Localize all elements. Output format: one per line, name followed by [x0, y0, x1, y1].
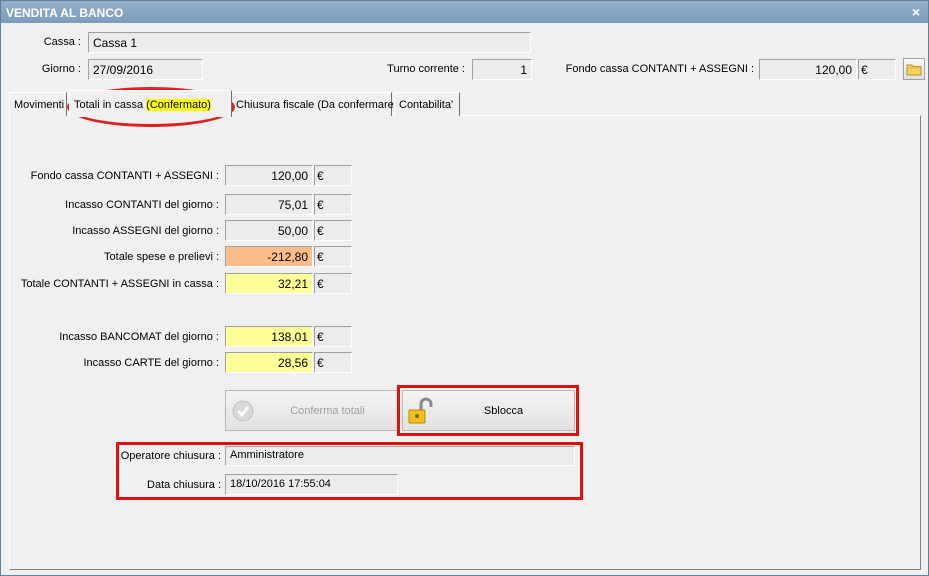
conferma-totali-button[interactable]: Conferma totali	[225, 390, 400, 431]
row-carte-value: 28,56	[225, 352, 313, 373]
conferma-totali-label: Conferma totali	[290, 404, 365, 417]
row-contanti-value: 75,01	[225, 194, 313, 215]
tab-movimenti[interactable]: Movimenti	[9, 92, 67, 116]
row-spese-label: Totale spese e prelievi :	[104, 251, 219, 263]
window-title: VENDITA AL BANCO	[6, 6, 124, 20]
row-spese-value: -212,80	[225, 246, 313, 267]
turno-field: 1	[472, 59, 532, 80]
cassa-field: Cassa 1	[88, 32, 531, 53]
row-fondo-label: Fondo cassa CONTANTI + ASSEGNI :	[30, 170, 219, 182]
tab-contabilita[interactable]: Contabilita'	[394, 92, 460, 116]
turno-label: Turno corrente :	[387, 63, 465, 75]
annotation-rect-closure	[116, 442, 583, 500]
tab-chiusura-label: Chiusura fiscale (Da confermare)	[236, 99, 398, 111]
row-totale-value: 32,21	[225, 273, 313, 294]
close-icon[interactable]: ×	[912, 4, 920, 20]
row-fondo-currency: €	[314, 165, 352, 186]
cassa-label: Cassa :	[43, 36, 81, 48]
row-assegni-label: Incasso ASSEGNI del giorno :	[72, 225, 219, 237]
giorno-field: 27/09/2016	[88, 59, 203, 80]
fondo-header-label: Fondo cassa CONTANTI + ASSEGNI :	[565, 63, 754, 75]
row-totale-label: Totale CONTANTI + ASSEGNI in cassa :	[20, 278, 219, 290]
folder-icon	[906, 64, 922, 76]
row-carte-label: Incasso CARTE del giorno :	[83, 357, 219, 369]
row-contanti-currency: €	[314, 194, 352, 215]
open-folder-button[interactable]	[903, 58, 925, 80]
check-icon	[232, 400, 254, 421]
row-spese-currency: €	[314, 246, 352, 267]
row-contanti-label: Incasso CONTANTI del giorno :	[65, 199, 219, 211]
main-window: VENDITA AL BANCO × Cassa : Cassa 1 Giorn…	[0, 0, 929, 576]
fondo-header-field: 120,00	[759, 59, 857, 80]
row-assegni-value: 50,00	[225, 220, 313, 241]
tab-totali-label: Totali in cassa	[74, 99, 147, 111]
giorno-label: Giorno :	[41, 63, 81, 75]
row-fondo-value: 120,00	[225, 165, 313, 186]
tab-chiusura-fiscale[interactable]: Chiusura fiscale (Da confermare)	[231, 92, 397, 116]
fondo-header-currency: €	[858, 59, 896, 80]
tab-contabilita-label: Contabilita'	[399, 99, 454, 111]
tab-movimenti-label: Movimenti	[14, 99, 65, 111]
row-bancomat-value: 138,01	[225, 326, 313, 347]
tab-totali-in-cassa[interactable]: Totali in cassa (Confermato)	[69, 90, 232, 117]
row-bancomat-label: Incasso BANCOMAT del giorno :	[59, 331, 219, 343]
row-assegni-currency: €	[314, 220, 352, 241]
title-bar: VENDITA AL BANCO ×	[1, 1, 928, 23]
tab-totali-status: (Confermato)	[146, 99, 211, 111]
annotation-rect-sblocca	[397, 385, 579, 436]
row-bancomat-currency: €	[314, 326, 352, 347]
row-totale-currency: €	[314, 273, 352, 294]
row-carte-currency: €	[314, 352, 352, 373]
